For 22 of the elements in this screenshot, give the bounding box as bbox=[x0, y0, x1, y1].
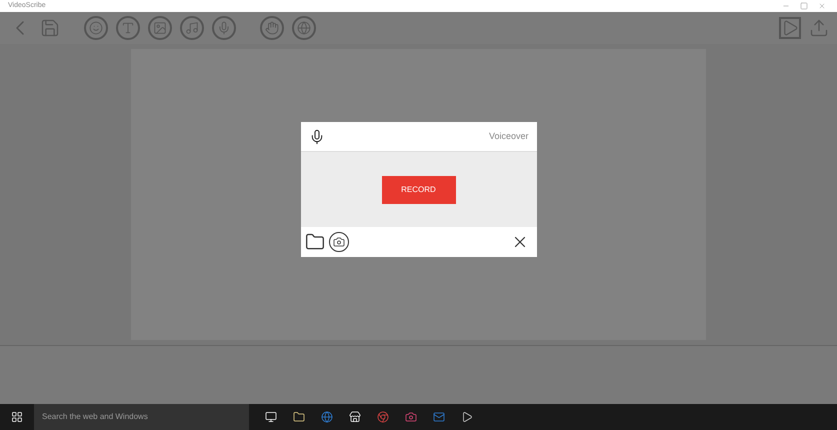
dialog-title: Voiceover bbox=[488, 130, 528, 143]
search-field[interactable]: Search the web and Windows bbox=[34, 404, 249, 430]
image-icon[interactable] bbox=[148, 16, 172, 40]
hand-icon[interactable] bbox=[260, 16, 284, 40]
text-icon[interactable] bbox=[116, 16, 140, 40]
music-icon[interactable] bbox=[180, 16, 204, 40]
app-icon[interactable] bbox=[461, 411, 473, 423]
mail-icon[interactable] bbox=[433, 411, 445, 423]
store-icon[interactable] bbox=[349, 411, 361, 423]
chrome-icon[interactable] bbox=[377, 411, 389, 423]
record-button[interactable]: RECORD bbox=[382, 176, 456, 204]
save-icon[interactable] bbox=[40, 18, 60, 38]
microphone-icon[interactable] bbox=[212, 16, 236, 40]
folder-icon[interactable] bbox=[304, 232, 324, 252]
camera-icon[interactable] bbox=[328, 232, 348, 252]
play-icon[interactable] bbox=[779, 17, 801, 39]
task-view-icon[interactable] bbox=[265, 411, 277, 423]
folder-icon[interactable] bbox=[293, 411, 305, 423]
smile-icon[interactable] bbox=[84, 16, 108, 40]
globe-icon[interactable] bbox=[292, 16, 316, 40]
upload-icon[interactable] bbox=[809, 18, 829, 38]
browser-icon[interactable] bbox=[321, 411, 333, 423]
